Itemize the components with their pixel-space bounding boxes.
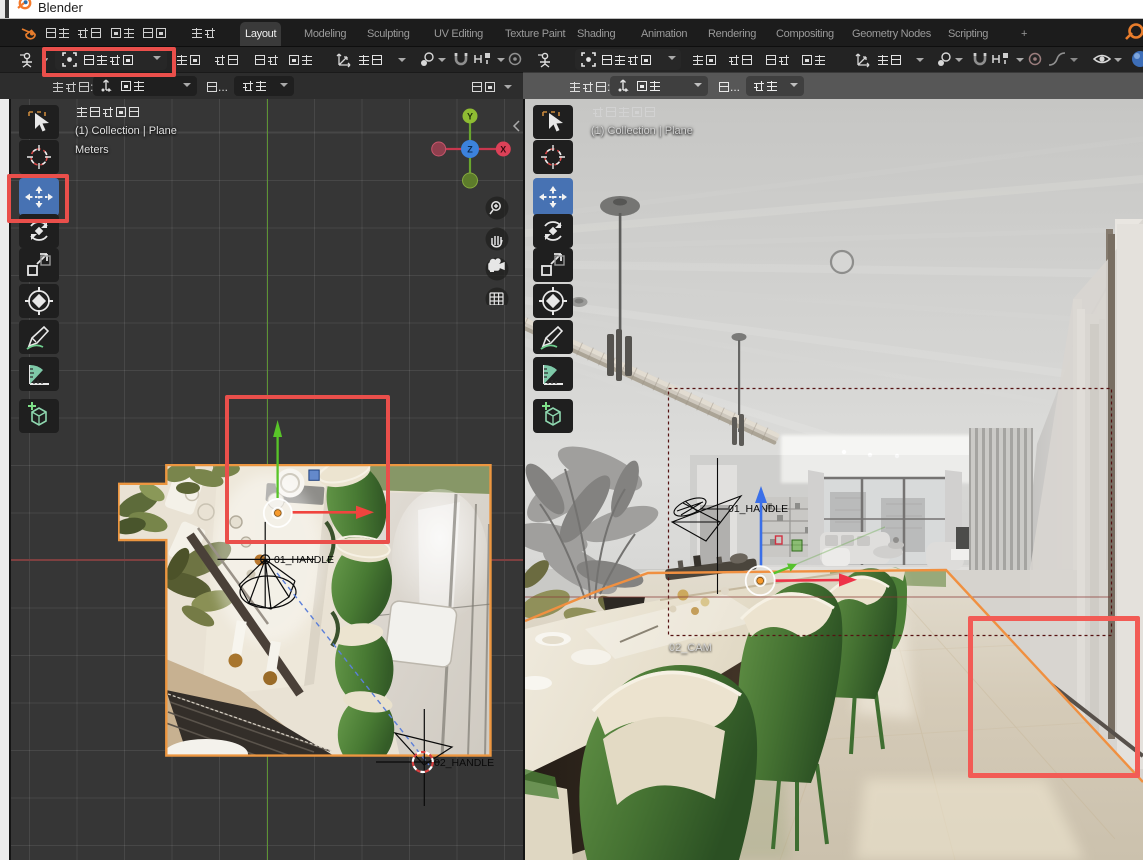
svg-text:X: X (500, 145, 506, 155)
svg-text:Z: Z (467, 145, 473, 155)
svg-text:02_CAM: 02_CAM (669, 642, 712, 654)
svg-text:01_HANDLE: 01_HANDLE (728, 503, 788, 515)
svg-text:01_HANDLE: 01_HANDLE (274, 554, 334, 566)
svg-text:Y: Y (467, 112, 473, 122)
svg-text:02_HANDLE: 02_HANDLE (434, 757, 494, 769)
